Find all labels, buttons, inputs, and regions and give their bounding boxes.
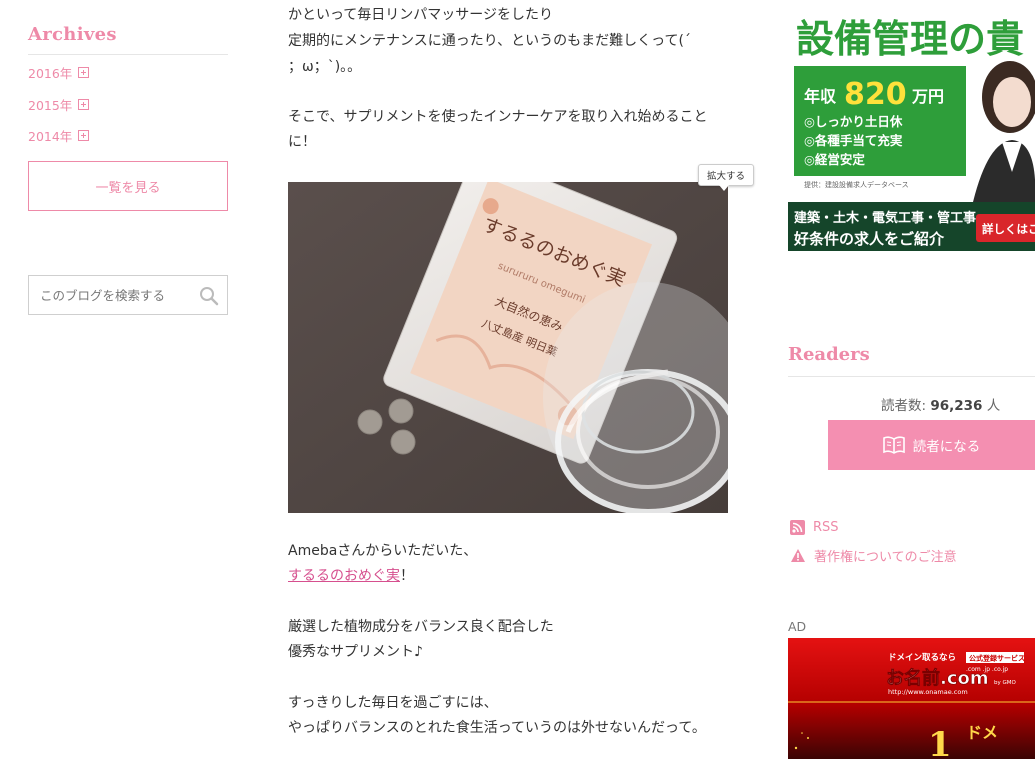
warning-icon: [791, 549, 805, 562]
search-input[interactable]: [38, 276, 202, 314]
rss-icon: [790, 520, 805, 535]
rss-link[interactable]: RSS: [790, 520, 839, 535]
banner-headline: 設備管理の貴: [796, 17, 1024, 61]
copyright-label: 著作権についてのご注意: [814, 550, 957, 565]
view-all-button[interactable]: 一覧を見る: [28, 161, 228, 211]
readers-divider: [788, 376, 1035, 377]
rss-label: RSS: [813, 520, 839, 535]
ad-side-char: ドメ: [966, 723, 998, 742]
expand-plus-icon[interactable]: [78, 67, 90, 78]
archive-year-2016[interactable]: 2016年: [28, 63, 90, 82]
book-icon: [882, 436, 905, 454]
archive-year-2015[interactable]: 2015年: [28, 95, 90, 114]
readers-count-value: 96,236: [930, 398, 983, 414]
supplement-photo-illustration: するるのおめぐ実 surururu omegumi 大自然の恵み 八丈島産 明日…: [288, 182, 728, 513]
blog-search: [28, 275, 228, 315]
readers-title: Readers: [788, 344, 870, 365]
job-ad-banner[interactable]: 設備管理の貴 年収 820 万円 ◎しっかり土日休 ◎各種手当て充実 ◎経営安定…: [788, 2, 1035, 251]
archive-year-label: 2015年: [28, 98, 73, 113]
article-line: ；ω；`)。。: [288, 59, 362, 75]
article-photo[interactable]: するるのおめぐ実 surururu omegumi 大自然の恵み 八丈島産 明日…: [288, 182, 728, 513]
banner-salary-unit: 万円: [911, 87, 944, 106]
banner-footer: 建築・土木・電気工事・管工事: [794, 210, 976, 226]
banner-salary-prefix: 年収: [804, 87, 837, 106]
article-line: すっきりした毎日を過ごすには、: [288, 695, 498, 711]
expand-plus-icon[interactable]: [78, 130, 90, 141]
banner-footer: 好条件の求人をご紹介: [793, 230, 945, 248]
article-line: そこで、サプリメントを使ったインナーケアを取り入れ始めること: [288, 109, 708, 125]
archives-title: Archives: [28, 24, 117, 45]
readers-count-unit: 人: [986, 398, 1001, 414]
follow-label: 読者になる: [912, 439, 981, 455]
banner-bullet: ◎各種手当て充実: [804, 133, 903, 148]
ad-by: by GMO: [994, 680, 1017, 686]
ad-label: AD: [788, 619, 807, 634]
archive-year-label: 2016年: [28, 66, 73, 81]
domain-ad-banner[interactable]: ドメイン取るなら 公式登録サービス .com .jp .co.jp お名前.co…: [788, 638, 1035, 759]
follow-button[interactable]: 読者になる: [828, 420, 1035, 470]
banner-provider: 提供：建設設備求人データベース: [804, 180, 909, 189]
copyright-notice-link[interactable]: 著作権についてのご注意: [790, 546, 957, 565]
ad-badge: 公式登録サービス: [969, 654, 1025, 663]
article-line: かといって毎日リンパマッサージをしたり: [288, 7, 554, 23]
ad-big-number: 1: [928, 725, 952, 759]
ad-top-text: ドメイン取るなら: [888, 653, 956, 663]
article-line: やっぱりバランスのとれた食生活っていうのは外せないんだって。: [288, 720, 706, 736]
article-line: Amebaさんからいただいた、: [288, 543, 478, 559]
banner-bullet: ◎経営安定: [804, 152, 865, 167]
readers-count: 読者数: 96,236 人: [881, 394, 1000, 414]
archives-divider: [28, 54, 228, 55]
enlarge-tooltip[interactable]: 拡大する: [698, 164, 754, 191]
archive-year-label: 2014年: [28, 129, 73, 144]
article-line: 優秀なサプリメント♪: [288, 644, 423, 660]
article-line-link: するるのおめぐ実！: [288, 564, 414, 589]
search-icon[interactable]: [199, 286, 219, 306]
domain-ad-graphic: ドメイン取るなら 公式登録サービス .com .jp .co.jp お名前.co…: [788, 638, 1035, 759]
article-line: 厳選した植物成分をバランス良く配合した: [288, 619, 554, 635]
readers-count-label: 読者数:: [881, 398, 927, 414]
banner-cta: 詳しくはこ: [982, 222, 1035, 236]
article-line: に！: [288, 134, 316, 150]
product-link[interactable]: するるのおめぐ実: [288, 568, 400, 584]
banner-bullet: ◎しっかり土日休: [804, 114, 903, 129]
ad-url: http://www.onamae.com: [888, 688, 968, 696]
expand-plus-icon[interactable]: [78, 99, 90, 110]
archive-year-2014[interactable]: 2014年: [28, 126, 90, 145]
banner-salary-value: 820: [844, 77, 907, 112]
job-ad-graphic: 設備管理の貴 年収 820 万円 ◎しっかり土日休 ◎各種手当て充実 ◎経営安定…: [788, 2, 1035, 251]
article-line: 定期的にメンテナンスに通ったり、というのもまだ難しくって(´: [288, 33, 691, 49]
ad-brand: お名前.com: [886, 667, 989, 689]
exclamation: ！: [400, 568, 414, 584]
